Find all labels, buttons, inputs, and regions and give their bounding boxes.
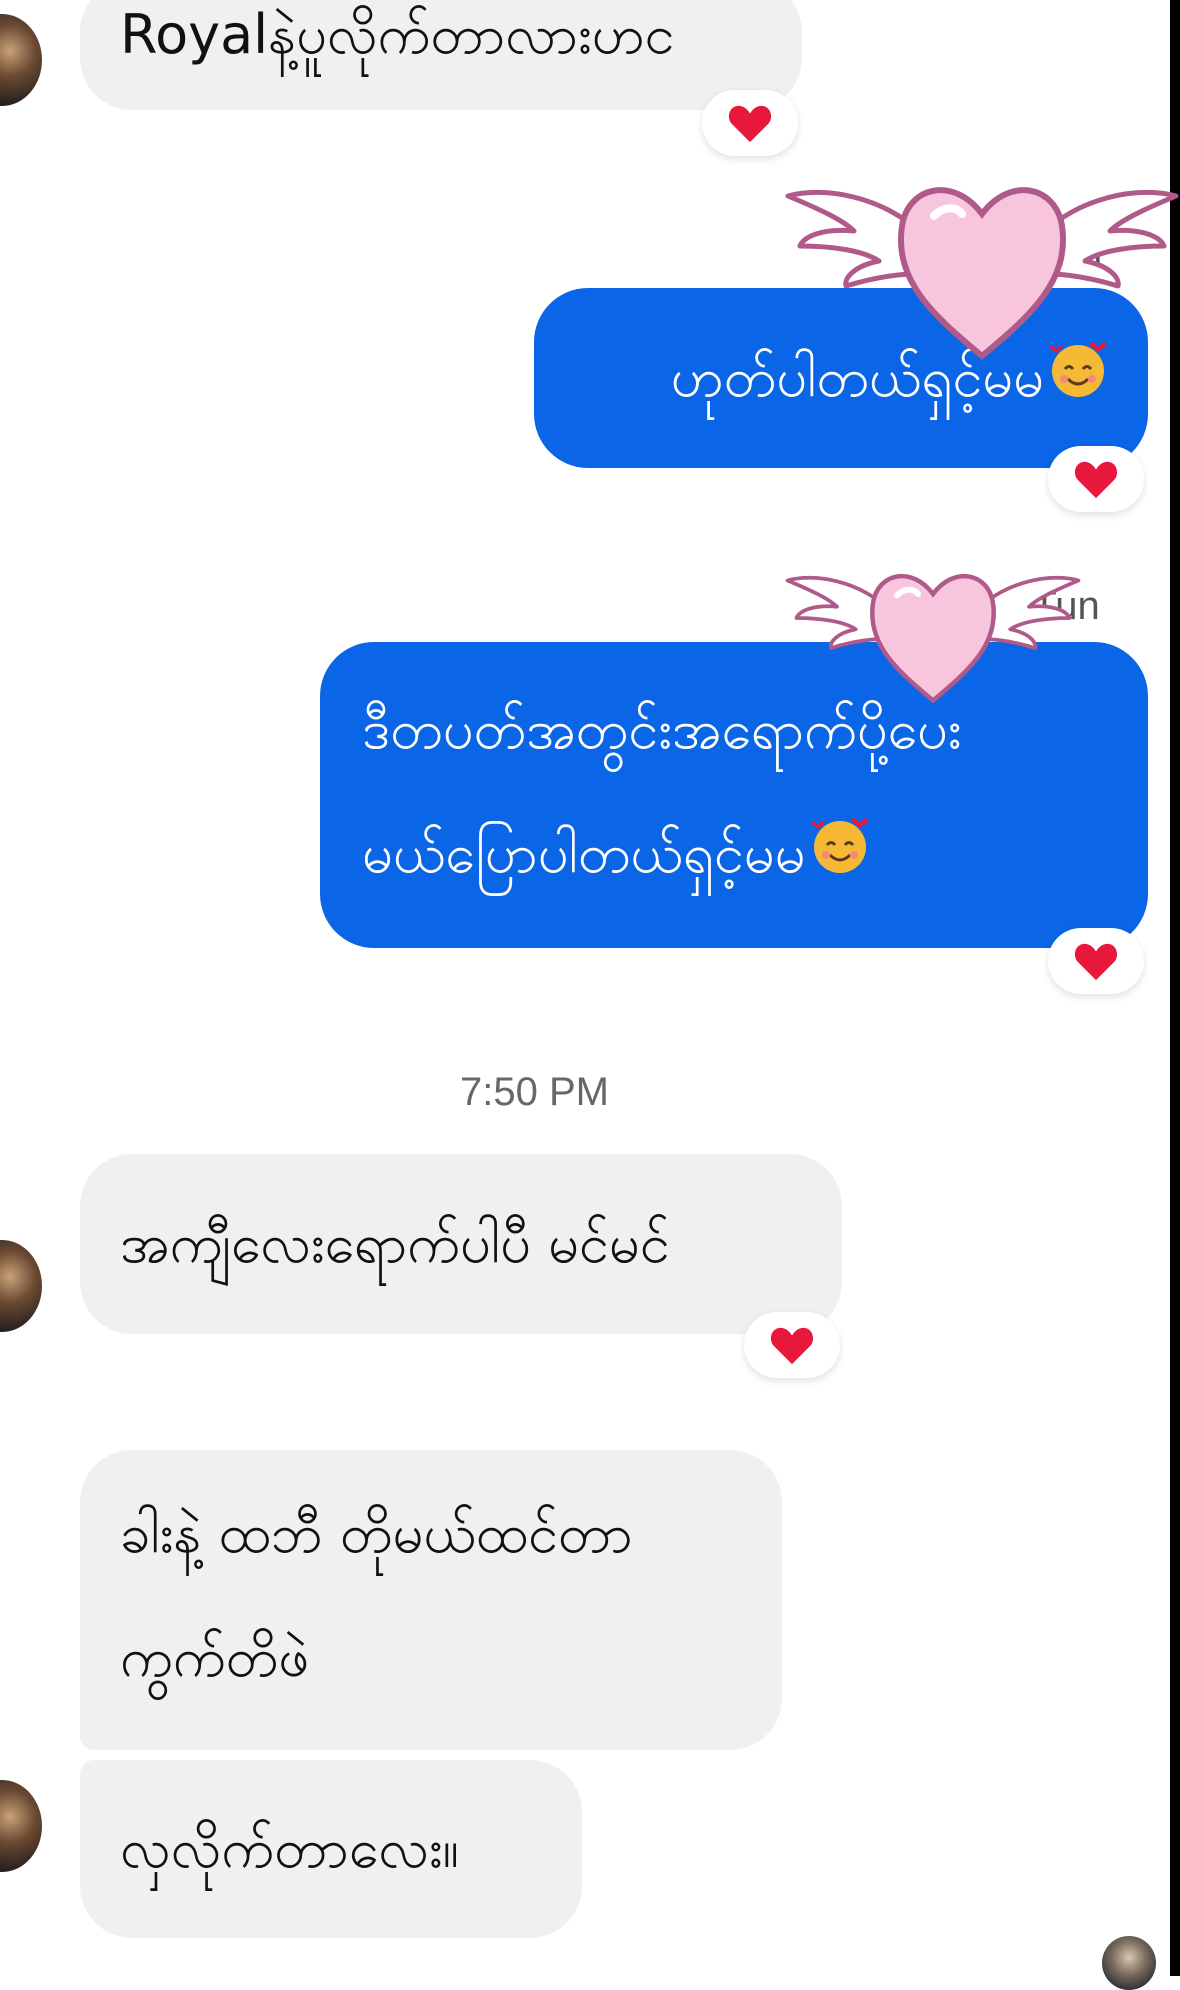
heart-icon xyxy=(728,105,772,143)
winged-heart-sticker xyxy=(785,573,1081,704)
heart-reaction[interactable] xyxy=(744,1312,840,1378)
incoming-message-5[interactable]: ခါးနဲ့ ထဘီ တိုမယ်ထင်တာ ကွက်တိဖဲ xyxy=(80,1450,782,1750)
message-text: လှလိုက်တာလေး။ xyxy=(120,1817,459,1880)
message-text-line-2: ကွက်တိဖဲ xyxy=(120,1626,310,1689)
seen-avatar xyxy=(1102,1936,1156,1990)
contact-avatar[interactable] xyxy=(0,1780,42,1872)
message-text: Royalနဲ့ပူလိုက်တာလားဟင xyxy=(120,3,675,66)
heart-reaction[interactable] xyxy=(1048,928,1144,994)
incoming-message-1[interactable]: Royalနဲ့ပူလိုက်တာလားဟင xyxy=(80,0,802,110)
incoming-message-4[interactable]: အကျီလေးရောက်ပါပီ မင်မင် xyxy=(80,1154,842,1334)
heart-reaction[interactable] xyxy=(702,90,798,156)
message-text: အကျီလေးရောက်ပါပီ မင်မင် xyxy=(120,1212,670,1275)
message-text-line-1: ခါးနဲ့ ထဘီ တိုမယ်ထင်တာ xyxy=(120,1502,633,1565)
message-text-line-2: မယ်ပြောပါတယ်ရှင့်မမ xyxy=(362,822,806,885)
heart-icon xyxy=(1074,461,1118,499)
timestamp: 7:50 PM xyxy=(460,1070,609,1114)
heart-icon xyxy=(1074,943,1118,981)
heart-reaction[interactable] xyxy=(1048,446,1144,512)
heart-icon xyxy=(770,1327,814,1365)
contact-avatar[interactable] xyxy=(0,1240,42,1332)
smiling-face-with-hearts-icon xyxy=(810,795,870,919)
winged-heart-sticker xyxy=(785,187,1179,360)
contact-avatar[interactable] xyxy=(0,14,42,106)
incoming-message-6[interactable]: လှလိုက်တာလေး။ xyxy=(80,1760,582,1938)
